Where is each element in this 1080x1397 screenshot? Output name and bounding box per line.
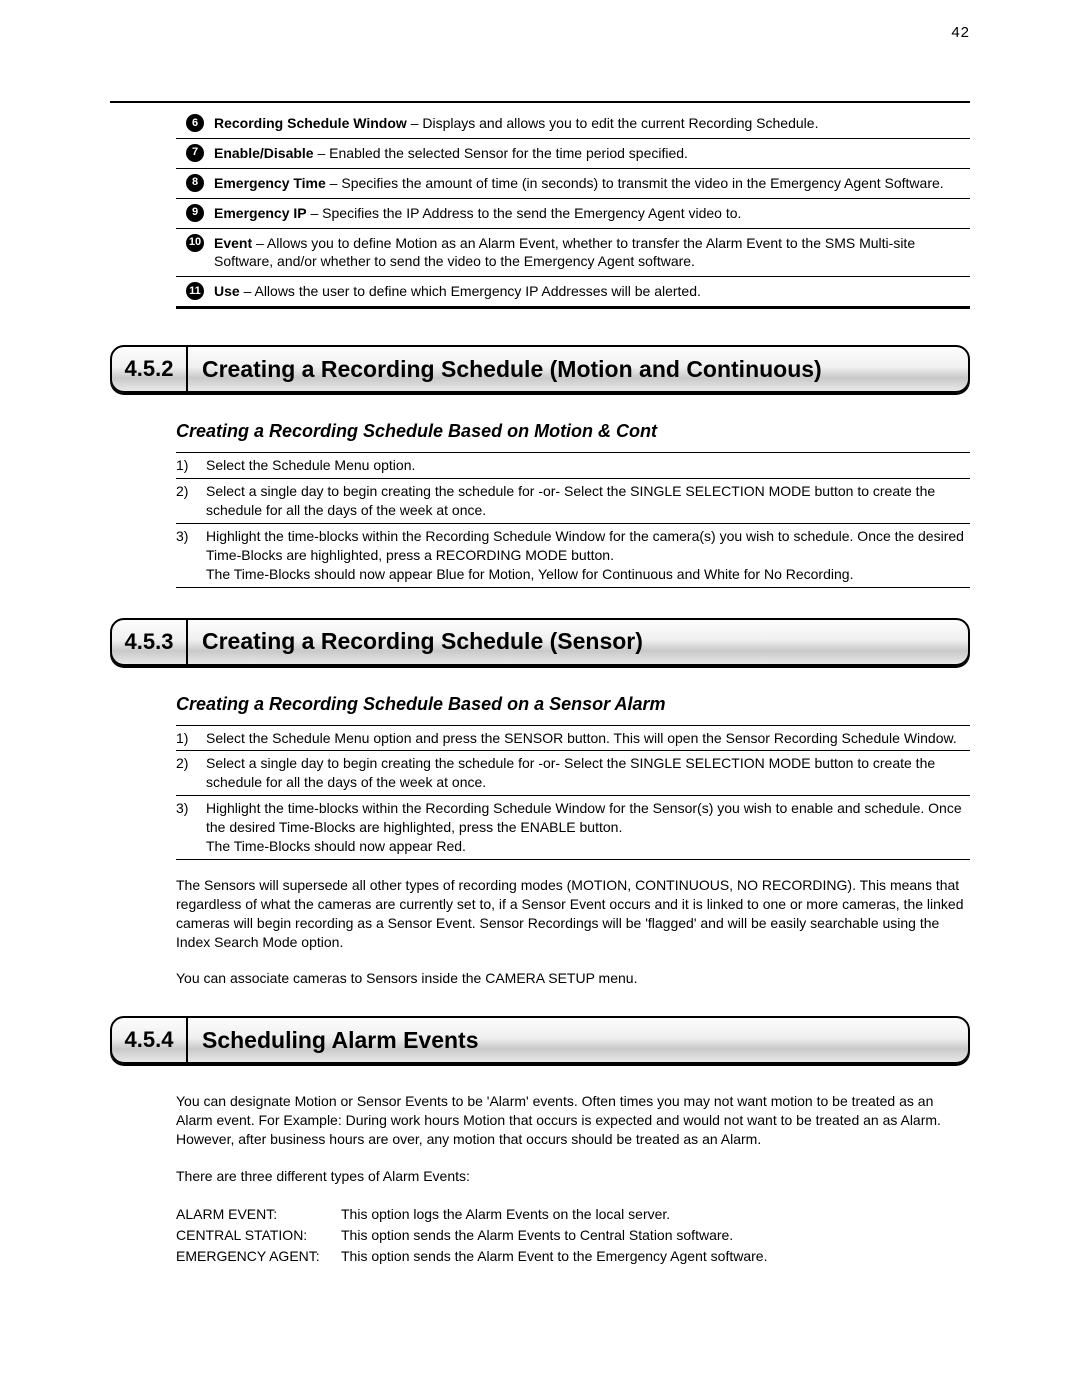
page-number: 42 xyxy=(110,24,970,41)
step-row: 1) Select the Schedule Menu option and p… xyxy=(176,726,970,752)
step-row: 3) Highlight the time-blocks within the … xyxy=(176,796,970,859)
definition-list: 6 Recording Schedule Window – Displays a… xyxy=(176,109,970,309)
alarm-type-row: EMERGENCY AGENT: This option sends the A… xyxy=(176,1246,970,1267)
alarm-type-row: ALARM EVENT: This option logs the Alarm … xyxy=(176,1204,970,1225)
step-row: 2) Select a single day to begin creating… xyxy=(176,479,970,524)
definition-row: 6 Recording Schedule Window – Displays a… xyxy=(176,109,970,139)
bullet-icon: 7 xyxy=(176,144,214,162)
bullet-icon: 9 xyxy=(176,204,214,222)
definition-row: 11 Use – Allows the user to define which… xyxy=(176,277,970,306)
section-number: 4.5.4 xyxy=(112,1018,188,1062)
section-heading-454: 4.5.4 Scheduling Alarm Events xyxy=(110,1016,970,1064)
alarm-type-row: CENTRAL STATION: This option sends the A… xyxy=(176,1225,970,1246)
step-row: 2) Select a single day to begin creating… xyxy=(176,751,970,796)
top-rule xyxy=(110,101,970,103)
step-row: 3) Highlight the time-blocks within the … xyxy=(176,524,970,587)
paragraph: The Sensors will supersede all other typ… xyxy=(176,876,970,952)
definition-row: 9 Emergency IP – Specifies the IP Addres… xyxy=(176,199,970,229)
definition-row: 8 Emergency Time – Specifies the amount … xyxy=(176,169,970,199)
definition-row: 7 Enable/Disable – Enabled the selected … xyxy=(176,139,970,169)
subheading-453: Creating a Recording Schedule Based on a… xyxy=(176,694,970,715)
bullet-icon: 11 xyxy=(176,282,214,300)
section-number: 4.5.3 xyxy=(112,620,188,664)
paragraph: You can associate cameras to Sensors ins… xyxy=(176,969,970,988)
section-number: 4.5.2 xyxy=(112,347,188,391)
steps-452: 1) Select the Schedule Menu option. 2) S… xyxy=(176,452,970,587)
paragraph: You can designate Motion or Sensor Event… xyxy=(176,1092,970,1149)
subheading-452: Creating a Recording Schedule Based on M… xyxy=(176,421,970,442)
paragraph: There are three different types of Alarm… xyxy=(176,1167,970,1186)
section-title: Scheduling Alarm Events xyxy=(188,1018,968,1062)
step-row: 1) Select the Schedule Menu option. xyxy=(176,453,970,479)
steps-453: 1) Select the Schedule Menu option and p… xyxy=(176,725,970,860)
section-title: Creating a Recording Schedule (Motion an… xyxy=(188,347,968,391)
definition-row: 10 Event – Allows you to define Motion a… xyxy=(176,229,970,278)
section-title: Creating a Recording Schedule (Sensor) xyxy=(188,620,968,664)
section-heading-453: 4.5.3 Creating a Recording Schedule (Sen… xyxy=(110,618,970,666)
alarm-types-list: ALARM EVENT: This option logs the Alarm … xyxy=(176,1204,970,1267)
section-heading-452: 4.5.2 Creating a Recording Schedule (Mot… xyxy=(110,345,970,393)
bullet-icon: 6 xyxy=(176,114,214,132)
bullet-icon: 10 xyxy=(176,234,214,252)
bullet-icon: 8 xyxy=(176,174,214,192)
